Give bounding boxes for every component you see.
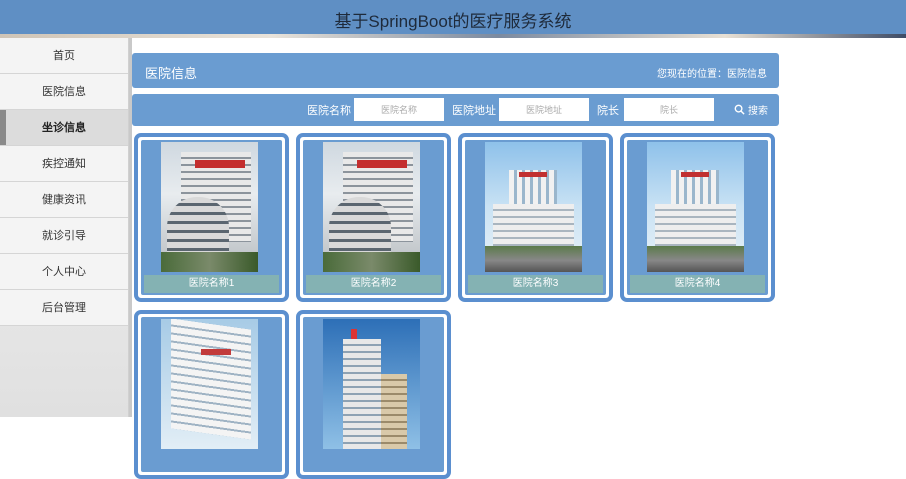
- sidebar-item-health-news[interactable]: 健康资讯: [0, 182, 128, 218]
- search-button[interactable]: 搜索: [727, 98, 775, 121]
- hospital-card[interactable]: 医院名称1: [134, 133, 289, 302]
- hospital-card[interactable]: 医院名称4: [620, 133, 775, 302]
- search-icon: [734, 104, 745, 115]
- page-header: 医院信息 您现在的位置：医院信息: [132, 53, 779, 88]
- hospital-photo[interactable]: [323, 142, 420, 272]
- hospital-card[interactable]: [296, 310, 451, 479]
- sidebar-item-disease-notice[interactable]: 疾控通知: [0, 146, 128, 182]
- search-button-label: 搜索: [748, 106, 768, 117]
- page-title: 医院信息: [145, 66, 198, 81]
- hospital-address-label: 医院地址: [452, 105, 496, 117]
- app-title: 基于SpringBoot的医疗服务系统: [334, 12, 572, 31]
- hospital-card[interactable]: 医院名称3: [458, 133, 613, 302]
- hospital-card[interactable]: 医院名称2: [296, 133, 451, 302]
- sidebar-item-visit-guide[interactable]: 就诊引导: [0, 218, 128, 254]
- hospital-photo[interactable]: [161, 319, 258, 449]
- hospital-name[interactable]: 医院名称4: [630, 275, 765, 293]
- hospital-photo[interactable]: [161, 142, 258, 272]
- hospital-card[interactable]: [134, 310, 289, 479]
- sidebar-item-admin[interactable]: 后台管理: [0, 290, 128, 326]
- sidebar-item-home[interactable]: 首页: [0, 38, 128, 74]
- sidebar: 首页 医院信息 坐诊信息 疾控通知 健康资讯 就诊引导 个人中心 后台管理: [0, 38, 129, 417]
- top-banner: 基于SpringBoot的医疗服务系统: [0, 0, 906, 38]
- banner-photo-strip: [0, 34, 906, 38]
- hospital-name[interactable]: 医院名称3: [468, 275, 603, 293]
- search-bar: 医院名称 医院地址 院长 搜索: [132, 94, 779, 126]
- sidebar-item-consultation-info[interactable]: 坐诊信息: [0, 110, 128, 146]
- hospital-photo[interactable]: [485, 142, 582, 272]
- sidebar-item-hospital-info[interactable]: 医院信息: [0, 74, 128, 110]
- hospital-name-label: 医院名称: [307, 105, 351, 117]
- hospital-address-input[interactable]: [499, 98, 589, 121]
- director-label: 院长: [597, 105, 619, 117]
- hospital-photo[interactable]: [323, 319, 420, 449]
- hospital-name[interactable]: 医院名称2: [306, 275, 441, 293]
- hospital-name-input[interactable]: [354, 98, 444, 121]
- hospital-name[interactable]: 医院名称1: [144, 275, 279, 293]
- director-input[interactable]: [624, 98, 714, 121]
- breadcrumb: 您现在的位置：医院信息: [657, 69, 767, 80]
- hospital-photo[interactable]: [647, 142, 744, 272]
- sidebar-item-personal-center[interactable]: 个人中心: [0, 254, 128, 290]
